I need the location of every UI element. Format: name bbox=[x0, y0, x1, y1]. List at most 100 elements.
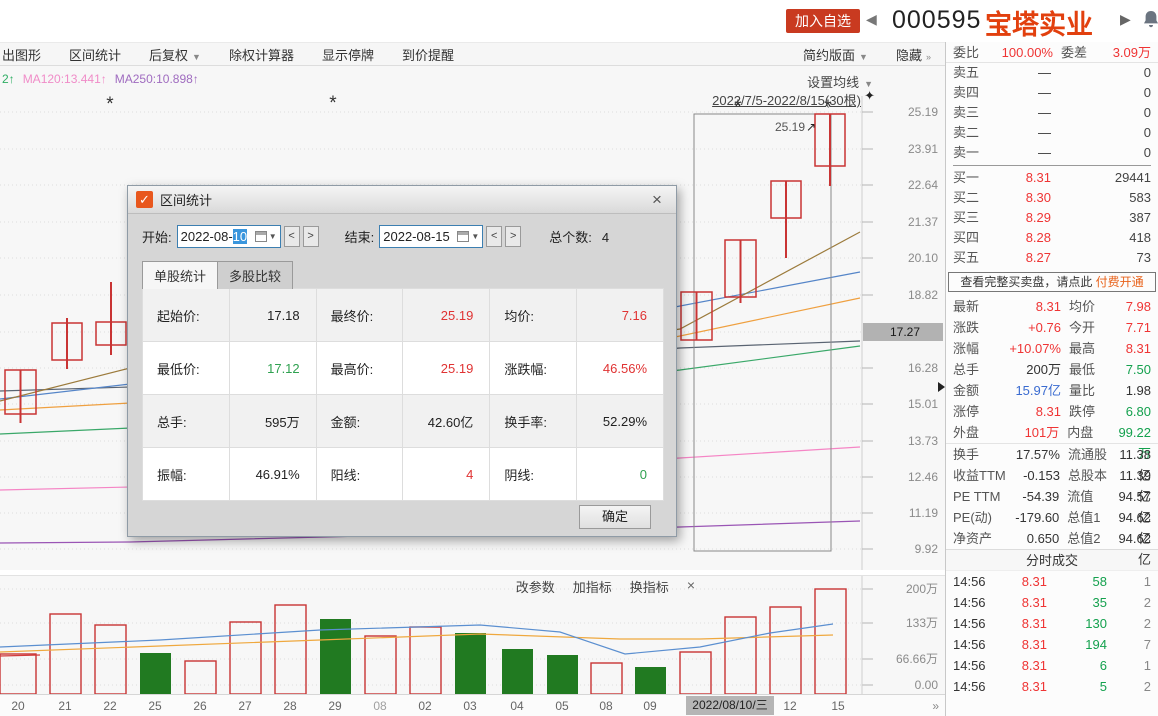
tick-list[interactable]: 14:568.3158114:568.3135214:568.31130214:… bbox=[946, 571, 1158, 697]
book-price: — bbox=[993, 103, 1051, 123]
stat-label: 流值 bbox=[1067, 486, 1118, 507]
add-watchlist-button[interactable]: 加入自选 bbox=[786, 9, 860, 33]
stat-row: 涨停8.31跌停6.80 bbox=[946, 401, 1158, 422]
dialog-tabs: 单股统计多股比较 bbox=[142, 260, 676, 288]
end-date-prev-button[interactable]: < bbox=[486, 226, 502, 247]
close-icon[interactable]: × bbox=[646, 190, 668, 210]
stat-value: -0.153 bbox=[1014, 465, 1060, 486]
stock-name: 宝塔实业 bbox=[985, 3, 1093, 42]
menu-item-2[interactable]: 后复权▼ bbox=[135, 45, 215, 64]
pin-icon[interactable]: ✦ bbox=[864, 88, 875, 104]
tick-time: 14:56 bbox=[953, 592, 997, 613]
tick-row: 14:568.311947 bbox=[946, 634, 1158, 655]
x-axis-tick: 15 bbox=[831, 699, 844, 713]
stat-row: 总手200万最低7.50 bbox=[946, 359, 1158, 380]
start-date-next-button[interactable]: > bbox=[303, 226, 319, 247]
price-axis-label: 9.92 bbox=[915, 542, 939, 556]
volume-axis-label: 66.66万 bbox=[896, 652, 938, 666]
stat-value: 200万 bbox=[995, 359, 1061, 380]
dialog-title-bar[interactable]: ✓ 区间统计 × bbox=[128, 186, 676, 214]
volume-axis-label: 133万 bbox=[906, 616, 938, 630]
ma-legend: 2↑MA120:13.441↑MA250:10.898↑ bbox=[2, 72, 207, 86]
date-range-label[interactable]: 2022/7/5-2022/8/15(30根) bbox=[712, 90, 861, 109]
end-date-next-button[interactable]: > bbox=[505, 226, 521, 247]
stat-cell-value: 46.91% bbox=[229, 448, 316, 501]
stat-cell-label: 阳线: bbox=[316, 448, 403, 501]
stat-value: 7.98 bbox=[1121, 296, 1151, 317]
x-axis-tick: 28 bbox=[283, 699, 296, 713]
indicator-link-1[interactable]: 加指标 bbox=[573, 577, 612, 596]
stat-label: 收益TTM bbox=[953, 465, 1014, 486]
volume-bar-up bbox=[770, 607, 801, 694]
dialog-tab-0[interactable]: 单股统计 bbox=[142, 261, 218, 289]
stat-value: +0.76 bbox=[995, 317, 1061, 338]
stat-label: 总值1 bbox=[1067, 507, 1118, 528]
stat-cell-label: 阴线: bbox=[490, 448, 577, 501]
chart-menu-bar: 出图形区间统计后复权▼除权计算器显示停牌到价提醒 简约版面▼隐藏» bbox=[0, 42, 945, 66]
volume-close-icon[interactable]: × bbox=[687, 577, 695, 596]
menu-item-5[interactable]: 到价提醒 bbox=[388, 45, 468, 64]
prev-stock-icon[interactable]: ◀ bbox=[866, 11, 877, 28]
stats-table: 起始价:17.18最终价:25.19均价:7.16最低价:17.12最高价:25… bbox=[142, 288, 664, 501]
stat-label: 总值2 bbox=[1067, 528, 1118, 549]
volume-bar-up bbox=[0, 654, 36, 694]
x-axis-more-icon[interactable]: » bbox=[932, 699, 937, 713]
menu-right-item-0[interactable]: 简约版面▼ bbox=[801, 45, 882, 64]
stat-cell-value: 46.56% bbox=[577, 342, 664, 395]
stat-cell-label: 最终价: bbox=[316, 289, 403, 342]
book-row: 卖三—0 bbox=[946, 103, 1158, 123]
start-date-input[interactable]: 2022-08-10 ▼ bbox=[177, 225, 281, 248]
x-axis: 2022/08/10/三 » 2021222526272829080203040… bbox=[0, 694, 945, 716]
stat-cell-label: 振幅: bbox=[143, 448, 230, 501]
alert-bell-icon[interactable] bbox=[1142, 10, 1158, 33]
candle-body bbox=[815, 114, 845, 166]
dialog-title: 区间统计 bbox=[160, 190, 646, 209]
start-date-label: 开始: bbox=[142, 227, 172, 246]
tick-volume: 194 bbox=[1047, 634, 1107, 655]
tick-count: 2 bbox=[1107, 676, 1151, 697]
stat-label: 内盘 bbox=[1067, 422, 1118, 443]
stat-value: 94.57亿 bbox=[1118, 486, 1151, 507]
volume-bar-up bbox=[95, 625, 126, 694]
end-date-input[interactable]: 2022-08-15 ▼ bbox=[379, 225, 483, 248]
panel-collapse-icon[interactable] bbox=[938, 382, 945, 392]
start-date-prev-button[interactable]: < bbox=[284, 226, 300, 247]
next-stock-icon[interactable]: ▶ bbox=[1120, 11, 1131, 28]
tick-time: 14:56 bbox=[953, 676, 997, 697]
menu-item-0[interactable]: 出图形 bbox=[0, 45, 55, 64]
ok-button[interactable]: 确定 bbox=[579, 505, 651, 529]
stat-value: 11.38亿 bbox=[1119, 444, 1151, 465]
peak-arrow-icon: ↗ bbox=[806, 120, 816, 134]
stat-value: 6.80 bbox=[1121, 401, 1151, 422]
indicator-link-0[interactable]: 改参数 bbox=[516, 577, 555, 596]
menu-right-group: 简约版面▼隐藏» bbox=[801, 45, 945, 64]
x-axis-tick: 04 bbox=[510, 699, 523, 713]
menu-right-item-1[interactable]: 隐藏» bbox=[882, 45, 945, 64]
volume-bar-up bbox=[185, 661, 216, 694]
tick-price: 8.31 bbox=[997, 613, 1047, 634]
dialog-date-row: 开始: 2022-08-10 ▼ < > 结束: 2022-08-15 ▼ < … bbox=[142, 225, 662, 248]
chevron-down-icon[interactable]: ▼ bbox=[269, 232, 277, 241]
stat-label: 换手 bbox=[953, 444, 1014, 465]
promo-pay-link[interactable]: 付费开通 bbox=[1096, 275, 1144, 289]
weibi-value: 100.00% bbox=[987, 42, 1053, 62]
indicator-link-2[interactable]: 换指标 bbox=[630, 577, 669, 596]
calendar-icon[interactable] bbox=[457, 231, 469, 242]
calendar-icon[interactable] bbox=[255, 231, 267, 242]
x-axis-tick: 29 bbox=[328, 699, 341, 713]
x-axis-tick: 05 bbox=[555, 699, 568, 713]
stat-label: 外盘 bbox=[953, 422, 994, 443]
tick-count: 1 bbox=[1107, 655, 1151, 676]
double-arrow-icon: » bbox=[926, 52, 931, 62]
selected-date-part: 10 bbox=[233, 229, 247, 244]
chevron-down-icon[interactable]: ▼ bbox=[471, 232, 479, 241]
menu-item-1[interactable]: 区间统计 bbox=[55, 45, 135, 64]
volume-pane[interactable]: 200万133万66.66万0.00 改参数加指标换指标× bbox=[0, 575, 945, 694]
x-axis-tick: 25 bbox=[148, 699, 161, 713]
stat-label: 总股本 bbox=[1068, 465, 1119, 486]
tick-volume: 58 bbox=[1047, 571, 1107, 592]
menu-item-3[interactable]: 除权计算器 bbox=[215, 45, 308, 64]
menu-item-4[interactable]: 显示停牌 bbox=[308, 45, 388, 64]
book-divider bbox=[953, 165, 1151, 166]
dialog-tab-1[interactable]: 多股比较 bbox=[218, 261, 293, 289]
